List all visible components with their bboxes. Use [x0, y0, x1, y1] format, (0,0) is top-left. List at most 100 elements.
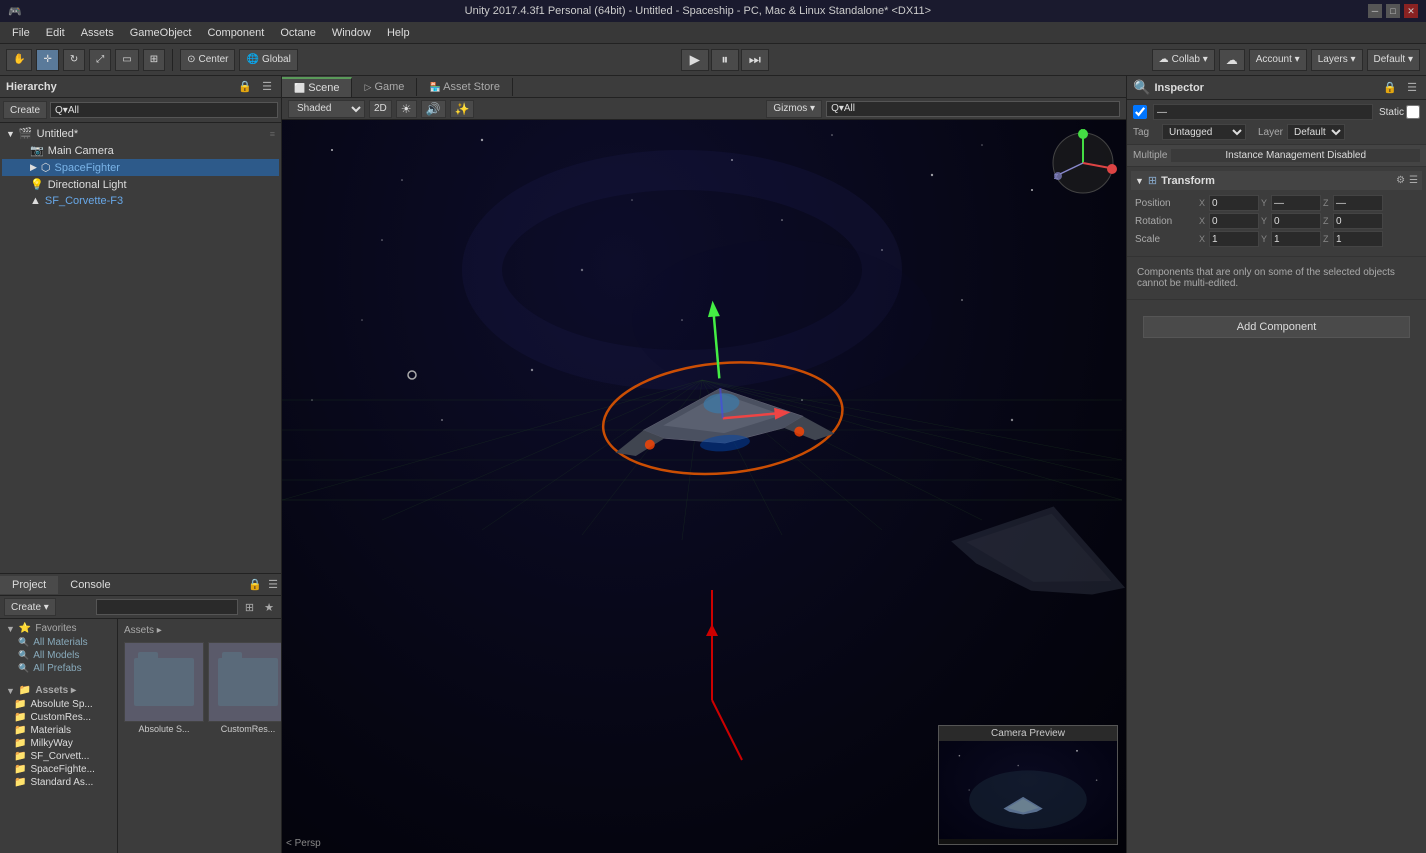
folder-customres[interactable]: 📁 CustomRes...: [2, 711, 115, 724]
project-search-input[interactable]: [96, 599, 238, 615]
effects-button[interactable]: ✨: [450, 100, 475, 118]
tool-rect[interactable]: ▭: [115, 49, 138, 71]
menu-edit[interactable]: Edit: [38, 25, 73, 41]
scale-x-field[interactable]: [1209, 231, 1259, 247]
layers-button[interactable]: Layers ▾: [1311, 49, 1363, 71]
rotation-x-field[interactable]: [1209, 213, 1259, 229]
hier-item-untitled[interactable]: ▼ 🎬 Untitled* ≡: [2, 125, 279, 142]
folder-standard[interactable]: 📁 Standard As...: [2, 776, 115, 789]
close-button[interactable]: ✕: [1404, 4, 1418, 18]
hierarchy-search-input[interactable]: [50, 102, 278, 118]
console-tab[interactable]: Console: [58, 576, 122, 594]
asset-item-absolute[interactable]: Absolute S...: [124, 642, 204, 734]
menu-octane[interactable]: Octane: [272, 25, 323, 41]
tool-rotate[interactable]: ↻: [63, 49, 85, 71]
folder-materials[interactable]: 📁 Materials: [2, 724, 115, 737]
add-component-section: Add Component: [1127, 300, 1426, 354]
menu-assets[interactable]: Assets: [73, 25, 122, 41]
folder-milkyway[interactable]: 📁 MilkyWay: [2, 737, 115, 750]
transform-expand: ▼: [1135, 176, 1144, 186]
shading-dropdown[interactable]: Shaded Wireframe: [288, 100, 365, 118]
account-button[interactable]: Account ▾: [1249, 49, 1307, 71]
maximize-button[interactable]: □: [1386, 4, 1400, 18]
hier-item-maincamera[interactable]: 📷 Main Camera: [2, 142, 279, 159]
inspector-menu-button[interactable]: ☰: [1404, 80, 1420, 95]
pause-button[interactable]: ⏸: [711, 49, 739, 71]
hier-item-dirlight[interactable]: 💡 Directional Light: [2, 176, 279, 193]
hier-item-corvette[interactable]: ▲ SF_Corvette-F3: [2, 193, 279, 209]
hierarchy-title: Hierarchy: [6, 81, 57, 93]
scene-tab-game[interactable]: ▷ Game: [352, 78, 417, 96]
static-checkbox[interactable]: [1406, 105, 1420, 119]
menu-gameobject[interactable]: GameObject: [122, 25, 200, 41]
object-name-field[interactable]: [1153, 104, 1373, 120]
position-z-field[interactable]: [1333, 195, 1383, 211]
play-button[interactable]: ▶: [681, 49, 709, 71]
hierarchy-lock-button[interactable]: 🔒: [235, 79, 255, 94]
global-button[interactable]: 🌐 Global: [239, 49, 297, 71]
folder-absolute[interactable]: 📁 Absolute Sp...: [2, 698, 115, 711]
menu-component[interactable]: Component: [199, 25, 272, 41]
scene-search-input[interactable]: [826, 101, 1120, 117]
multi-label: Multiple: [1133, 150, 1167, 161]
project-lock-button[interactable]: 🔒: [245, 577, 265, 592]
tool-transform[interactable]: ⊞: [143, 49, 165, 71]
rotation-z-field[interactable]: [1333, 213, 1383, 229]
transform-settings[interactable]: ⚙: [1396, 175, 1405, 186]
project-menu-button[interactable]: ☰: [265, 577, 281, 592]
scale-z-field[interactable]: [1333, 231, 1383, 247]
position-y-field[interactable]: [1271, 195, 1321, 211]
scene-tab-scene[interactable]: ⬜ Scene: [282, 77, 352, 97]
gizmos-button[interactable]: Gizmos ▾: [766, 100, 822, 118]
scale-y-field[interactable]: [1271, 231, 1321, 247]
layer-select[interactable]: Default UI: [1287, 124, 1345, 140]
hierarchy-create-button[interactable]: Create: [3, 101, 47, 119]
scene-viewport[interactable]: < Persp Y X Z: [282, 120, 1126, 853]
fav-prefabs-label: All Prefabs: [33, 663, 81, 674]
tool-scale[interactable]: ⤢: [89, 49, 111, 71]
menu-file[interactable]: File: [4, 25, 38, 41]
static-label: Static: [1379, 107, 1404, 118]
folder-spacefighter[interactable]: 📁 SpaceFighte...: [2, 763, 115, 776]
menu-window[interactable]: Window: [324, 25, 379, 41]
layout-button[interactable]: Default ▾: [1367, 49, 1420, 71]
hier-item-spacefighter[interactable]: ▶ ⬡ SpaceFighter: [2, 159, 279, 176]
fav-all-models[interactable]: 🔍 All Models: [2, 649, 115, 662]
project-create-button[interactable]: Create ▾: [4, 598, 56, 616]
svg-text:Z: Z: [1054, 174, 1059, 181]
inspector-panel: 🔍 Inspector 🔒 ☰ Static Tag Untagged Main…: [1126, 76, 1426, 853]
add-component-button[interactable]: Add Component: [1143, 316, 1410, 338]
tool-move[interactable]: ✛: [36, 49, 58, 71]
center-button[interactable]: ⊙ Center: [180, 49, 235, 71]
transform-header[interactable]: ▼ ⊞ Transform ⚙ ☰: [1131, 171, 1422, 190]
minimize-button[interactable]: ─: [1368, 4, 1382, 18]
audio-button[interactable]: 🔊: [421, 100, 446, 118]
2d-button[interactable]: 2D: [369, 100, 392, 118]
position-x-field[interactable]: [1209, 195, 1259, 211]
transform-menu[interactable]: ☰: [1409, 175, 1418, 186]
assets-section-header[interactable]: ▼ 📁 Assets ▸: [2, 683, 115, 698]
active-toggle[interactable]: [1133, 105, 1147, 119]
project-filter-button[interactable]: ⊞: [242, 600, 257, 615]
cloud-button[interactable]: ☁: [1219, 49, 1245, 71]
project-content: ▼ ⭐ Favorites 🔍 All Materials 🔍 All Mode…: [0, 619, 281, 853]
rotation-y-field[interactable]: [1271, 213, 1321, 229]
step-button[interactable]: ⏭: [741, 49, 769, 71]
asset-item-customres[interactable]: CustomRes...: [208, 642, 281, 734]
collab-button[interactable]: ☁ Collab ▾: [1152, 49, 1215, 71]
project-tab[interactable]: Project: [0, 576, 58, 594]
assetstore-tab-icon: 🏪: [429, 82, 440, 92]
tool-hand[interactable]: ✋: [6, 49, 32, 71]
menu-help[interactable]: Help: [379, 25, 418, 41]
lighting-button[interactable]: ☀: [396, 100, 417, 118]
folder-sfcorvette[interactable]: 📁 SF_Corvett...: [2, 750, 115, 763]
inspector-lock-button[interactable]: 🔒: [1380, 80, 1400, 95]
hierarchy-menu-button[interactable]: ☰: [259, 79, 275, 94]
fav-all-materials[interactable]: 🔍 All Materials: [2, 636, 115, 649]
project-star-button[interactable]: ★: [261, 600, 277, 615]
hier-label-maincamera: Main Camera: [48, 145, 114, 157]
transform-section: ▼ ⊞ Transform ⚙ ☰ Position X Y Z: [1127, 167, 1426, 257]
fav-all-prefabs[interactable]: 🔍 All Prefabs: [2, 662, 115, 675]
scene-tab-assetstore[interactable]: 🏪 Asset Store: [417, 78, 513, 96]
tag-select[interactable]: Untagged MainCamera: [1162, 124, 1246, 140]
